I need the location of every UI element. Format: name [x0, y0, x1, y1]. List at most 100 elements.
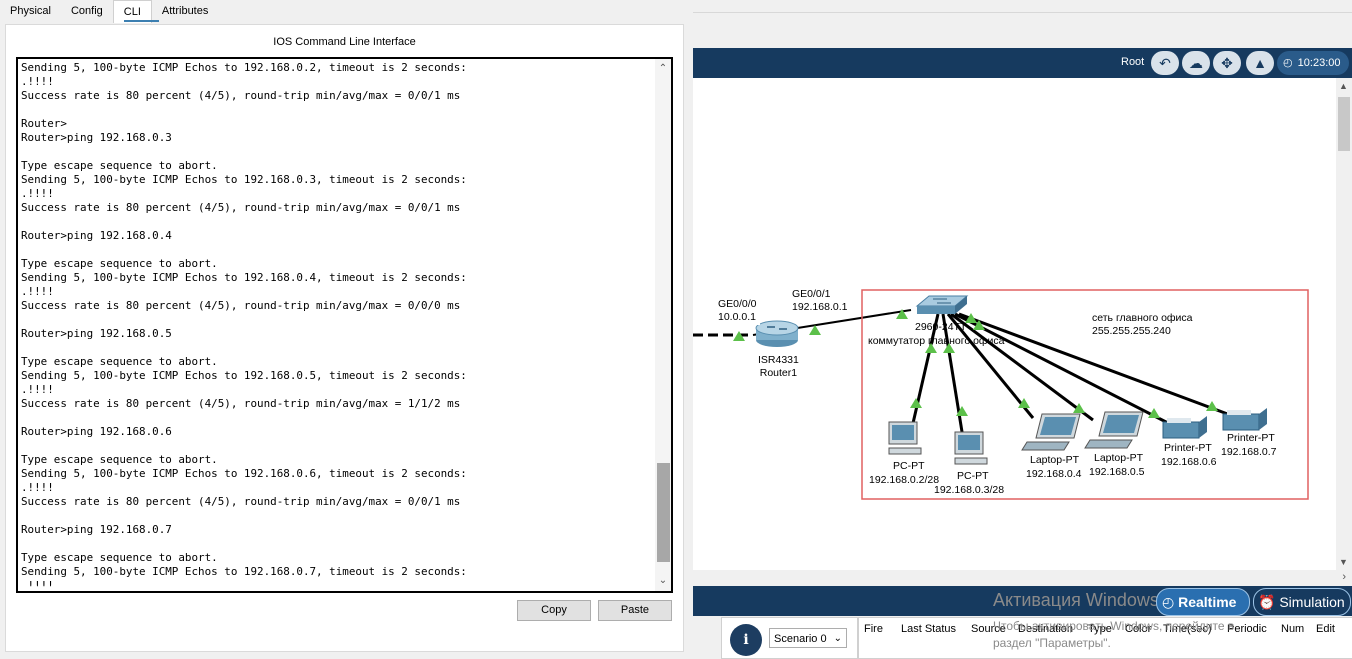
router-icon	[755, 320, 799, 347]
printer1-type-label[interactable]: Printer-PT	[1164, 442, 1212, 455]
router-label[interactable]: ISR4331 Router1	[758, 354, 799, 380]
terminal-line: Success rate is 80 percent (4/5), round-…	[21, 397, 461, 410]
terminal-line: Router>ping 192.168.0.5	[21, 327, 172, 340]
laptop1-type-label[interactable]: Laptop-PT	[1030, 454, 1079, 467]
copy-button[interactable]: Copy	[517, 600, 591, 621]
terminal-line: Sending 5, 100-byte ICMP Echos to 192.16…	[21, 565, 467, 578]
background-image-icon[interactable]: ▲	[1246, 51, 1274, 75]
scroll-down-icon[interactable]: ▼	[1339, 557, 1348, 567]
terminal-line: .!!!!	[21, 579, 54, 587]
printer-icon-1	[1162, 416, 1207, 439]
terminal-line: Router>ping 192.168.0.6	[21, 425, 172, 438]
terminal-line: Router>ping 192.168.0.4	[21, 229, 172, 242]
workspace-horizontal-scrollbar[interactable]: ›	[693, 570, 1352, 586]
terminal-scrollbar[interactable]: ⌃ ⌄	[655, 59, 671, 591]
terminal-line: Router>ping 192.168.0.7	[21, 523, 172, 536]
column-num[interactable]: Num	[1281, 623, 1304, 635]
terminal-line: .!!!!	[21, 481, 54, 494]
scroll-up-icon[interactable]: ⌃	[655, 61, 671, 77]
clock-display[interactable]: ◴ 10:23:00	[1277, 51, 1349, 75]
terminal-line: .!!!!	[21, 187, 54, 200]
laptop-icon-1	[1021, 413, 1081, 451]
pc1-type-label[interactable]: PC-PT	[893, 460, 925, 473]
pc-icon-1	[888, 421, 922, 455]
device-window: Physical Config CLI Attributes IOS Comma…	[0, 0, 693, 657]
workspace-vertical-scrollbar[interactable]: ▲ ▼	[1336, 78, 1352, 570]
stopwatch-icon: ⏰	[1258, 594, 1276, 610]
scroll-right-icon[interactable]: ›	[1342, 571, 1346, 583]
switch-model-label[interactable]: 2960-24TT	[915, 321, 966, 334]
info-icon[interactable]: i	[730, 624, 762, 656]
active-tab-indicator	[124, 20, 159, 22]
printer2-ip-label: 192.168.0.7	[1221, 446, 1277, 458]
root-label[interactable]: Root	[1121, 56, 1144, 68]
terminal-line: Router>ping 192.168.0.3	[21, 131, 172, 144]
tab-config[interactable]: Config	[61, 0, 113, 22]
printer1-ip-label: 192.168.0.6	[1161, 456, 1217, 468]
terminal-line: Success rate is 80 percent (4/5), round-…	[21, 495, 461, 508]
pc2-ip-label: 192.168.0.3/28	[934, 484, 1005, 496]
terminal-line: Success rate is 80 percent (4/5), round-…	[21, 299, 461, 312]
terminal-line: .!!!!	[21, 285, 54, 298]
logical-workspace[interactable]: GE0/0/0 10.0.0.1 GE0/0/1 192.168.0.1 ISR…	[693, 78, 1336, 570]
windows-activation-line1: Чтобы активировать Windows, перейдите в	[993, 619, 1235, 633]
terminal-line: .!!!!	[21, 75, 54, 88]
chevron-down-icon: ⌄	[833, 633, 842, 644]
pc1-ip-label: 192.168.0.2/28	[869, 474, 940, 486]
terminal-line: Type escape sequence to abort.	[21, 159, 218, 172]
printer-icon-2	[1222, 408, 1267, 431]
printer2-type-label[interactable]: Printer-PT	[1227, 432, 1275, 445]
divider	[693, 12, 1352, 13]
terminal-line: Sending 5, 100-byte ICMP Echos to 192.16…	[21, 271, 467, 284]
scroll-up-icon[interactable]: ▲	[1339, 81, 1348, 91]
router-if-right-label: GE0/0/1 192.168.0.1	[789, 287, 851, 315]
windows-activation-line2: раздел "Параметры".	[993, 636, 1111, 650]
column-last-status[interactable]: Last Status	[901, 623, 956, 635]
terminal-line: Type escape sequence to abort.	[21, 551, 218, 564]
laptop-icon-2	[1084, 411, 1144, 449]
terminal-line: Sending 5, 100-byte ICMP Echos to 192.16…	[21, 369, 467, 382]
switch-icon	[915, 295, 969, 314]
terminal-line: Success rate is 80 percent (4/5), round-…	[21, 89, 461, 102]
move-icon[interactable]: ✥	[1213, 51, 1241, 75]
terminal-line: Success rate is 80 percent (4/5), round-…	[21, 201, 461, 214]
laptop2-ip-label: 192.168.0.5	[1089, 466, 1145, 478]
network-note[interactable]: сеть главного офиса 255.255.255.240	[1088, 309, 1197, 341]
terminal-output[interactable]: Sending 5, 100-byte ICMP Echos to 192.16…	[21, 61, 651, 587]
tab-physical[interactable]: Physical	[0, 0, 61, 22]
scroll-down-icon[interactable]: ⌄	[655, 573, 671, 589]
terminal-line: Router>	[21, 117, 67, 130]
cli-title: IOS Command Line Interface	[273, 36, 416, 48]
pc2-type-label[interactable]: PC-PT	[957, 470, 989, 483]
workspace-scrollbar-thumb[interactable]	[1338, 97, 1350, 151]
terminal[interactable]: Sending 5, 100-byte ICMP Echos to 192.16…	[16, 57, 673, 593]
column-fire[interactable]: Fire	[864, 623, 883, 635]
terminal-line: Type escape sequence to abort.	[21, 355, 218, 368]
clock-icon: ◴	[1283, 57, 1293, 69]
switch-name-label[interactable]: коммутатор главного офиса	[868, 335, 1005, 348]
pc-icon-2	[954, 431, 988, 465]
laptop1-ip-label: 192.168.0.4	[1026, 468, 1082, 480]
cloud-icon[interactable]: ☁	[1182, 51, 1210, 75]
column-edit[interactable]: Edit	[1316, 623, 1335, 635]
scenario-select[interactable]: Scenario 0 ⌄	[769, 628, 847, 648]
simulation-mode-button[interactable]: ⏰ Simulation	[1253, 588, 1351, 616]
tab-attributes[interactable]: Attributes	[152, 0, 218, 22]
scrollbar-thumb[interactable]	[657, 463, 670, 562]
paste-button[interactable]: Paste	[598, 600, 672, 621]
realtime-mode-button[interactable]: ◴ Realtime	[1156, 588, 1250, 616]
terminal-line: .!!!!	[21, 383, 54, 396]
back-icon[interactable]: ↶	[1151, 51, 1179, 75]
terminal-line: Type escape sequence to abort.	[21, 257, 218, 270]
laptop2-type-label[interactable]: Laptop-PT	[1094, 452, 1143, 465]
windows-activation-title: Активация Windows	[993, 590, 1159, 610]
